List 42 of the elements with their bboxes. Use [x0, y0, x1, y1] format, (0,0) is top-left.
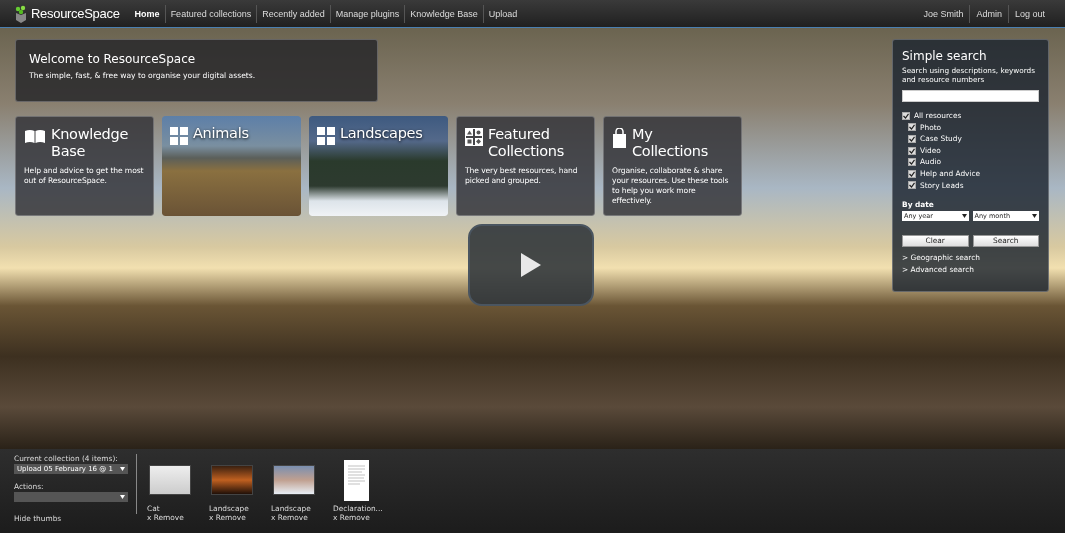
grid-icon [170, 127, 188, 145]
checkbox[interactable] [908, 146, 916, 155]
search-field[interactable] [902, 90, 1039, 102]
user-link[interactable]: Admin [969, 4, 1008, 23]
nav-link[interactable]: Recently added [256, 4, 330, 23]
tile-title: Animals [193, 125, 249, 142]
nav-link[interactable]: Home [129, 4, 165, 23]
user-link[interactable]: Log out [1007, 4, 1051, 23]
user-link[interactable]: Joe Smith [917, 4, 970, 23]
book-icon [24, 128, 46, 144]
logo-text[interactable]: ResourceSpace [31, 6, 120, 21]
photo-placeholder[interactable] [149, 465, 191, 495]
caret-icon [120, 495, 125, 499]
caret-icon [961, 214, 967, 219]
nav-link[interactable]: Featured collections [164, 4, 257, 23]
play-button[interactable] [468, 224, 594, 306]
nav-link[interactable]: Manage plugins [329, 4, 405, 23]
logo-icon [14, 4, 28, 23]
shopping-bag-icon [612, 128, 627, 148]
caret-icon [1032, 214, 1037, 219]
photo-placeholder[interactable] [273, 465, 315, 495]
tile-title: Landscapes [340, 125, 423, 142]
checkbox[interactable] [902, 111, 910, 120]
shapes-grid-icon [465, 128, 483, 146]
checkbox[interactable] [908, 181, 916, 190]
nav-link[interactable]: Upload [482, 4, 523, 23]
checkbox[interactable] [908, 158, 916, 167]
tile-title: Knowledge Base [51, 126, 129, 160]
document-thumbnail[interactable] [343, 459, 369, 501]
checkbox[interactable] [908, 135, 916, 143]
panel-title: Simple search [902, 49, 988, 64]
welcome-title: Welcome to ResourceSpace [29, 52, 197, 67]
grid-icon [317, 127, 335, 145]
play-icon [521, 253, 541, 277]
caret-icon [120, 467, 125, 471]
checkbox[interactable] [908, 169, 916, 178]
photo-placeholder[interactable] [309, 116, 448, 216]
tile-title: Featured Collections [488, 126, 565, 160]
photo-placeholder[interactable] [162, 116, 301, 216]
tile-title: My Collections [632, 126, 709, 160]
nav-link[interactable]: Knowledge Base [404, 4, 483, 23]
checkbox[interactable] [908, 123, 916, 132]
